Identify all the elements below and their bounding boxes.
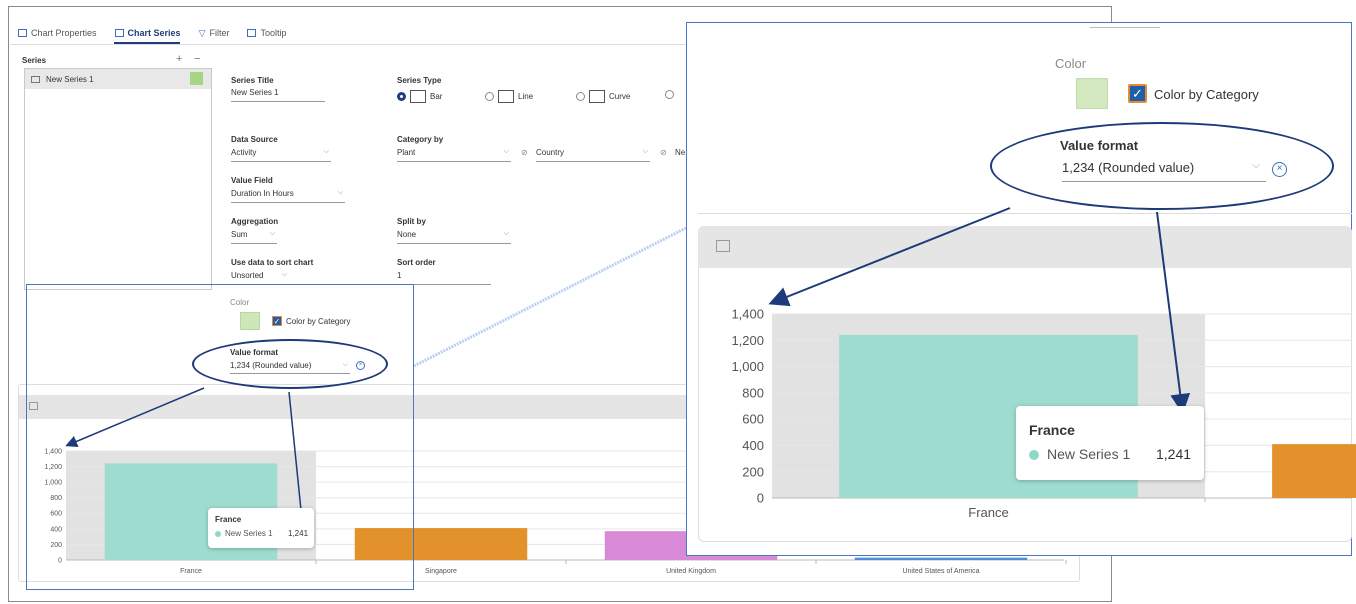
bar-chart-icon [410, 90, 426, 103]
tab-filter[interactable]: ▽ Filter [199, 26, 230, 40]
remove-series-button[interactable]: − [194, 53, 200, 65]
series-type-curve[interactable]: Curve [576, 90, 630, 103]
category-by-select[interactable]: Plant ⌵ [397, 148, 511, 162]
radio-icon [485, 92, 494, 101]
chevron-down-icon: ⌵ [269, 230, 275, 237]
chevron-down-icon: ⌵ [281, 271, 287, 278]
highlight-ellipse-large [990, 122, 1334, 210]
series-dot [1029, 450, 1039, 460]
series-dot [215, 531, 221, 537]
color-label: Color [230, 298, 250, 307]
tooltip-value: 1,241 [288, 529, 309, 538]
tooltip-title: France [215, 515, 242, 524]
active-tab-indicator [114, 42, 180, 44]
series-icon [114, 29, 124, 37]
tab-bar: Chart Properties Chart Series ▽ Filter To… [18, 26, 287, 40]
tooltip-title: France [1029, 422, 1075, 438]
highlight-ellipse-small [192, 339, 388, 389]
tooltip-icon [247, 29, 257, 37]
category-by-select-2[interactable]: Country ⌵ [536, 148, 650, 162]
chart-preview-header-zoomed [698, 226, 1352, 268]
tab-chart-properties[interactable]: Chart Properties [18, 26, 97, 40]
chevron-down-icon: ⌵ [642, 148, 648, 155]
tooltip-value: 1,241 [1156, 446, 1192, 462]
tooltip-series: New Series 1 [225, 529, 273, 538]
data-source-select[interactable]: Activity ⌵ [231, 148, 331, 162]
chevron-down-icon: ⌵ [503, 230, 509, 237]
chart-tooltip-small: France New Series 1 1,241 [208, 508, 314, 548]
series-type-bar[interactable]: Bar [397, 90, 442, 103]
color-swatch[interactable] [240, 312, 260, 330]
chart-preview-panel-zoomed [698, 226, 1352, 542]
tab-tooltip[interactable]: Tooltip [247, 26, 287, 40]
color-by-category-label-zoomed: Color by Category [1154, 87, 1259, 102]
chart-icon [716, 240, 730, 252]
link-icon: ⊘ [521, 148, 528, 157]
sort-order-label: Sort order [397, 258, 436, 267]
series-list: New Series 1 [24, 68, 212, 290]
zoom-divider [698, 213, 1352, 214]
sort-chart-label: Use data to sort chart [231, 258, 314, 267]
series-icon [31, 75, 40, 83]
radio-selected-icon [397, 92, 406, 101]
radio-icon [665, 90, 674, 99]
properties-icon [18, 29, 27, 37]
series-type-more[interactable] [665, 90, 674, 99]
link-icon: ⊘ [660, 148, 667, 157]
aggregation-label: Aggregation [231, 217, 279, 226]
sort-order-input[interactable]: 1 [397, 271, 491, 285]
tab-chart-series[interactable]: Chart Series [114, 26, 181, 40]
value-field-select[interactable]: Duration In Hours ⌵ [231, 189, 345, 203]
color-by-category-checkbox[interactable]: ✓ [272, 316, 282, 326]
color-by-category-label: Color by Category [286, 317, 351, 326]
color-swatch-zoomed[interactable] [1076, 78, 1108, 109]
aggregation-select[interactable]: Sum ⌵ [231, 230, 277, 244]
color-by-category-checkbox-zoomed[interactable]: ✓ [1128, 84, 1147, 103]
radio-icon [576, 92, 585, 101]
value-field-label: Value Field [231, 176, 273, 185]
series-heading: Series [22, 56, 47, 65]
chevron-down-icon: ⌵ [323, 148, 329, 155]
series-title-input[interactable]: New Series 1 [231, 88, 325, 102]
add-series-button[interactable]: + [176, 53, 182, 65]
series-color-swatch [190, 72, 203, 85]
list-item[interactable]: New Series 1 [25, 69, 211, 89]
sort-chart-select[interactable]: Unsorted ⌵ [231, 271, 289, 285]
series-type-line[interactable]: Line [485, 90, 533, 103]
category-by-label: Category by [397, 135, 444, 144]
series-type-label: Series Type [397, 76, 442, 85]
tooltip-series: New Series 1 [1047, 446, 1131, 462]
chevron-down-icon: ⌵ [337, 189, 343, 196]
zoom-top-divider [1090, 27, 1160, 28]
chevron-down-icon: ⌵ [503, 148, 509, 155]
color-label-zoomed: Color [1055, 56, 1087, 71]
filter-icon: ▽ [198, 27, 206, 38]
data-source-label: Data Source [231, 135, 278, 144]
series-title-label: Series Title [231, 76, 274, 85]
split-by-select[interactable]: None ⌵ [397, 230, 511, 244]
curve-chart-icon [589, 90, 605, 103]
chart-tooltip-large: France New Series 1 1,241 [1016, 406, 1204, 480]
split-by-label: Split by [397, 217, 426, 226]
line-chart-icon [498, 90, 514, 103]
